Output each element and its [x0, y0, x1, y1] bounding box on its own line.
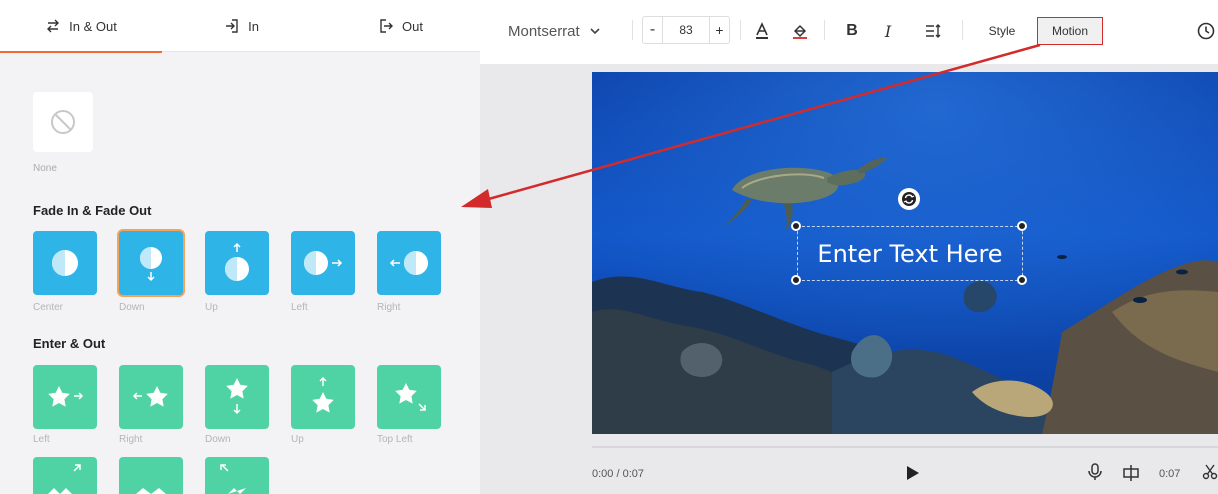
italic-button[interactable]: I — [879, 16, 897, 46]
split-icon[interactable] — [1122, 464, 1140, 482]
active-tab-indicator — [0, 51, 162, 53]
play-icon[interactable] — [903, 464, 921, 482]
tab-label: In — [248, 18, 259, 34]
resize-handle-bottom-left[interactable] — [791, 275, 801, 285]
fade-up-label: Up — [205, 302, 218, 313]
exit-icon — [380, 19, 394, 33]
divider — [632, 20, 633, 40]
star-diagonal-arrow-icon — [220, 464, 246, 494]
enter-left-label: Left — [33, 434, 50, 445]
enter-up-option[interactable] — [291, 365, 355, 429]
font-size-value[interactable]: 83 — [663, 17, 709, 43]
tab-out[interactable]: Out — [321, 0, 480, 52]
timeline-track[interactable] — [592, 446, 1218, 448]
resize-handle-top-right[interactable] — [1017, 221, 1027, 231]
time-display: 0:00 / 0:07 — [592, 468, 644, 480]
clock-icon — [1197, 22, 1215, 40]
star-diagonal-arrow-icon — [48, 464, 81, 494]
star-right-arrow-icon — [48, 386, 84, 407]
style-button[interactable]: Style — [980, 16, 1024, 46]
enter-option-more-1[interactable] — [33, 457, 97, 494]
duration-label: 0:07 — [1159, 468, 1181, 480]
fade-right-label: Right — [377, 302, 401, 313]
decrease-size-button[interactable]: - — [643, 17, 663, 43]
scissors-icon[interactable] — [1202, 463, 1218, 481]
fade-center-icon — [52, 250, 78, 276]
font-family-select[interactable]: Montserrat — [508, 16, 626, 46]
enter-section-title: Enter & Out — [33, 336, 106, 351]
enter-option-more-2[interactable] — [119, 457, 183, 494]
divider — [824, 20, 825, 40]
fade-center-option[interactable] — [33, 231, 97, 295]
tab-in[interactable]: In — [162, 0, 321, 52]
none-option[interactable] — [33, 92, 93, 152]
text-element[interactable]: Enter Text Here — [797, 226, 1023, 281]
enter-right-option[interactable] — [119, 365, 183, 429]
tab-in-and-out[interactable]: In & Out — [0, 0, 162, 53]
rotate-icon — [902, 192, 916, 206]
fade-down-icon — [140, 247, 162, 282]
enter-top-left-option[interactable] — [377, 365, 441, 429]
motion-panel: In & Out In Out None Fade In & Fade Out … — [0, 0, 480, 494]
divider — [962, 20, 963, 40]
highlight-color-button[interactable] — [789, 16, 811, 46]
fade-down-label: Down — [119, 302, 145, 313]
none-label: None — [33, 163, 57, 174]
enter-option-more-3[interactable] — [205, 457, 269, 494]
star-up-arrow-icon — [312, 376, 334, 413]
fade-left-label: Left — [291, 302, 308, 313]
fade-left-option[interactable] — [291, 231, 355, 295]
swap-arrows-icon — [47, 19, 60, 33]
fade-center-label: Center — [33, 302, 64, 313]
resize-handle-bottom-right[interactable] — [1017, 275, 1027, 285]
fade-right-option[interactable] — [377, 231, 441, 295]
enter-left-option[interactable] — [33, 365, 97, 429]
star-diagonal-arrow-icon — [395, 383, 426, 411]
fade-down-option[interactable] — [119, 231, 183, 295]
enter-icon — [226, 19, 238, 33]
playback-bar: 0:00 / 0:07 0:07 — [592, 446, 1218, 494]
bold-button[interactable]: B — [843, 16, 861, 46]
line-spacing-button[interactable] — [924, 16, 942, 46]
motion-tabs: In & Out In Out — [0, 0, 480, 53]
fade-up-option[interactable] — [205, 231, 269, 295]
microphone-icon[interactable] — [1086, 463, 1104, 481]
resize-handle-top-left[interactable] — [791, 221, 801, 231]
fade-left-icon — [304, 251, 343, 275]
star-icon — [136, 488, 166, 494]
rotate-handle[interactable] — [898, 188, 920, 210]
divider — [740, 20, 741, 40]
font-size-stepper: - 83 + — [642, 16, 730, 44]
tab-label: Out — [402, 18, 423, 34]
text-color-button[interactable] — [752, 16, 772, 46]
prohibited-icon — [51, 110, 75, 134]
enter-top-left-label: Top Left — [377, 434, 413, 445]
motion-button[interactable]: Motion — [1037, 17, 1103, 45]
enter-down-option[interactable] — [205, 365, 269, 429]
timing-button[interactable] — [1194, 16, 1218, 46]
star-down-arrow-icon — [226, 378, 248, 415]
enter-up-label: Up — [291, 434, 304, 445]
star-left-arrow-icon — [132, 386, 168, 407]
tab-label: In & Out — [69, 18, 117, 34]
fade-right-icon — [389, 251, 428, 275]
fade-section-title: Fade In & Fade Out — [33, 203, 152, 218]
chevron-down-icon — [590, 28, 600, 35]
text-color-icon — [756, 22, 768, 39]
text-toolbar: Montserrat - 83 + B I Style Motion — [480, 0, 1218, 64]
increase-size-button[interactable]: + — [709, 17, 729, 43]
fade-up-icon — [225, 242, 249, 281]
paint-bucket-icon — [793, 24, 807, 39]
font-family-value: Montserrat — [508, 22, 580, 40]
enter-right-label: Right — [119, 434, 143, 445]
enter-down-label: Down — [205, 434, 231, 445]
line-spacing-icon — [926, 24, 941, 38]
